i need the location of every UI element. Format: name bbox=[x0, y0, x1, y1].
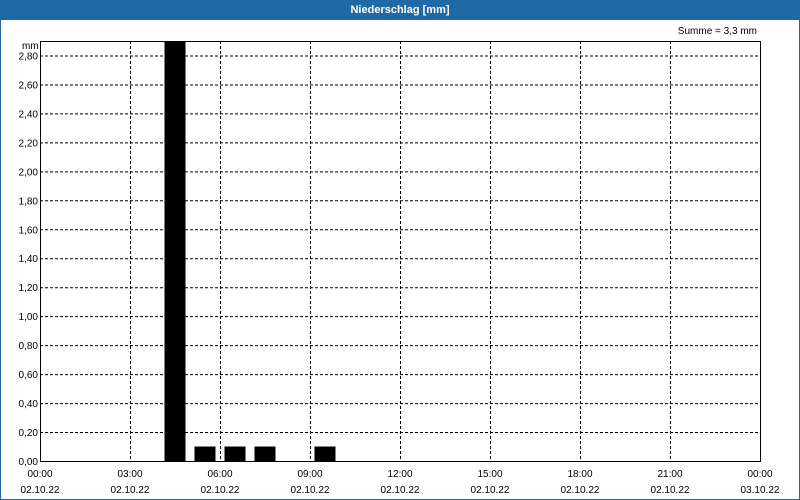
x-tick-time: 03:00 bbox=[117, 469, 142, 480]
y-tick-label: 2,60 bbox=[19, 80, 39, 91]
precipitation-bar bbox=[194, 446, 216, 461]
y-tick-label: 2,20 bbox=[19, 138, 39, 149]
precipitation-chart: 0,00 0,20 0,40 0,60 0,80 1,00 1,20 1,40 1,60 1,80… bbox=[19, 41, 780, 496]
x-tick-time: 21:00 bbox=[657, 469, 682, 480]
precipitation-bar bbox=[224, 446, 246, 461]
y-tick-label: 1,60 bbox=[19, 225, 39, 236]
y-unit-label: mm bbox=[22, 41, 39, 52]
y-tick-label: 0,20 bbox=[19, 428, 39, 439]
x-tick-date: 03.10.22 bbox=[741, 485, 780, 496]
x-tick-date: 02.10.22 bbox=[471, 485, 510, 496]
x-tick-date: 02.10.22 bbox=[291, 485, 330, 496]
y-tick-label: 0,80 bbox=[19, 341, 39, 352]
x-tick-date: 02.10.22 bbox=[651, 485, 690, 496]
y-tick-label: 0,40 bbox=[19, 399, 39, 410]
precipitation-bar bbox=[164, 41, 186, 461]
x-tick-time: 15:00 bbox=[477, 469, 502, 480]
precipitation-bar bbox=[314, 446, 336, 461]
x-tick-time: 00:00 bbox=[747, 469, 772, 480]
y-tick-label: 1,80 bbox=[19, 196, 39, 207]
x-tick-date: 02.10.22 bbox=[561, 485, 600, 496]
y-tick-label: 0,60 bbox=[19, 370, 39, 381]
y-tick-label: 2,40 bbox=[19, 109, 39, 120]
x-tick-time: 09:00 bbox=[297, 469, 322, 480]
x-tick-time: 06:00 bbox=[207, 469, 232, 480]
y-tick-label: 1,40 bbox=[19, 254, 39, 265]
y-tick-label: 1,00 bbox=[19, 312, 39, 323]
x-tick-time: 18:00 bbox=[567, 469, 592, 480]
x-tick-date: 02.10.22 bbox=[381, 485, 420, 496]
precipitation-bar bbox=[254, 446, 276, 461]
y-tick-label: 1,20 bbox=[19, 283, 39, 294]
x-tick-time: 12:00 bbox=[387, 469, 412, 480]
y-tick-label: 2,00 bbox=[19, 167, 39, 178]
x-tick-date: 02.10.22 bbox=[21, 485, 60, 496]
x-tick-time: 00:00 bbox=[27, 469, 52, 480]
y-tick-label: 0,00 bbox=[19, 457, 39, 468]
y-tick-label: 2,80 bbox=[19, 51, 39, 62]
x-tick-date: 02.10.22 bbox=[201, 485, 240, 496]
x-tick-date: 02.10.22 bbox=[111, 485, 150, 496]
